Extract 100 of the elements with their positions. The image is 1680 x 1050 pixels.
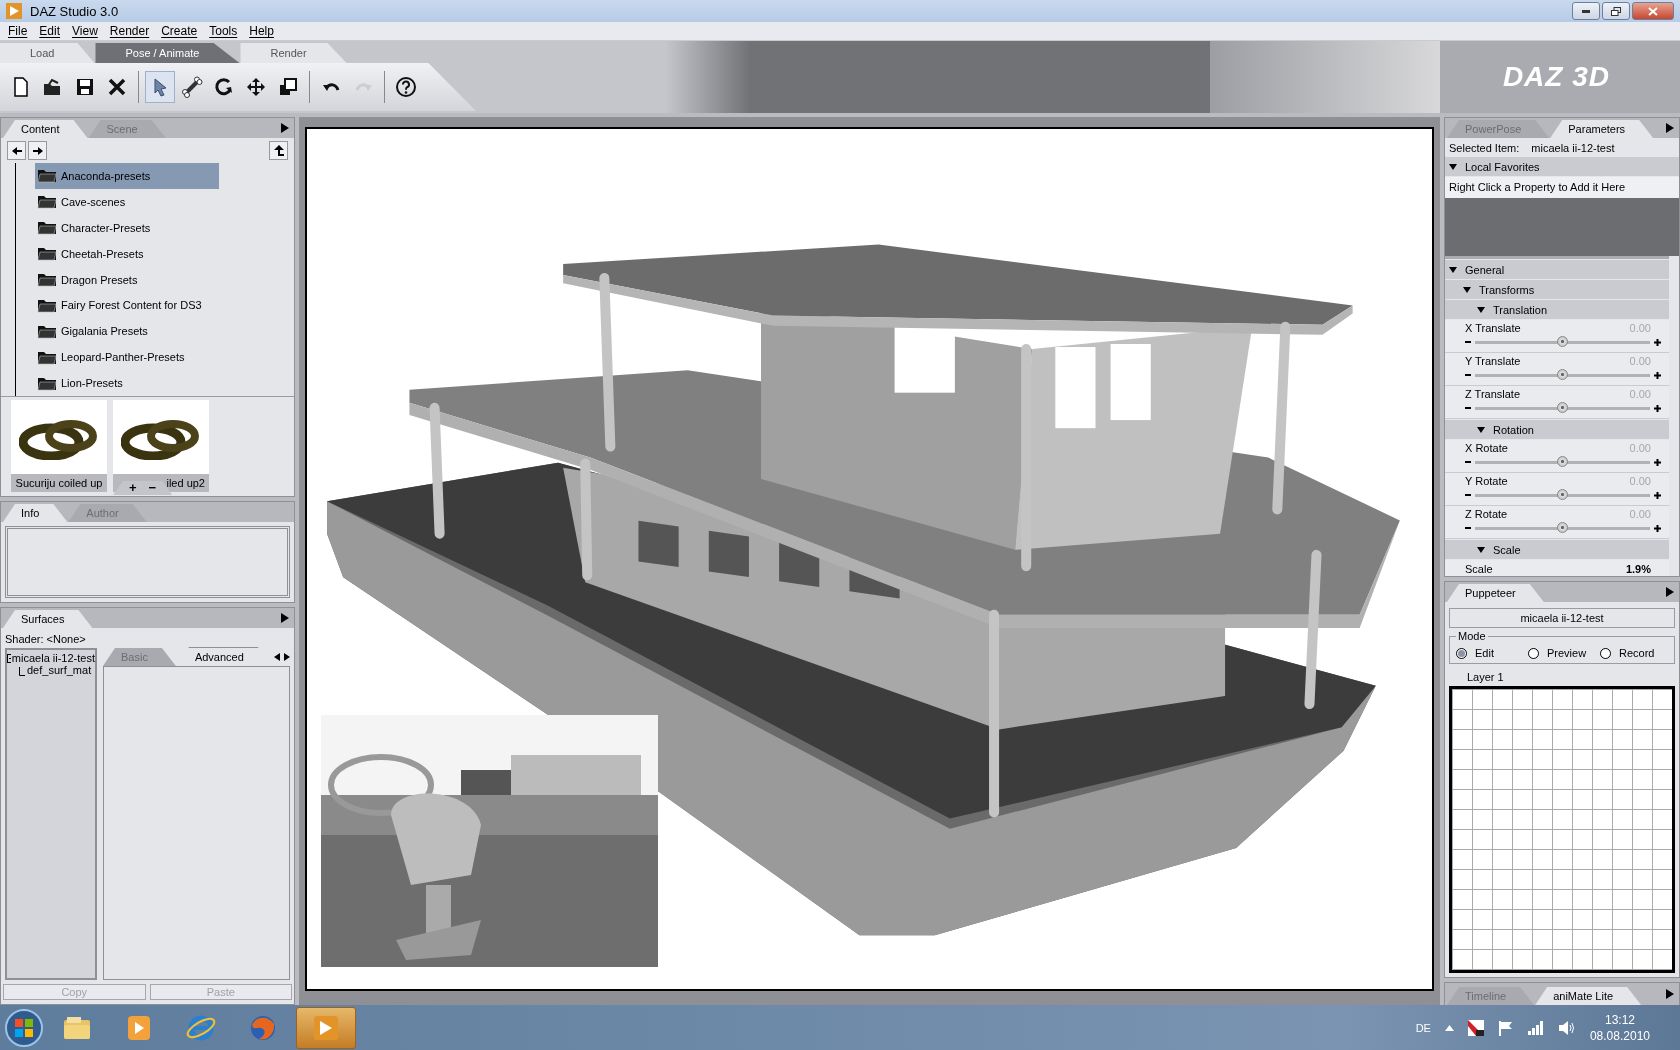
minimize-button[interactable] (1572, 2, 1600, 20)
clock-time[interactable]: 13:12 (1604, 1012, 1635, 1027)
back-button[interactable] (7, 141, 26, 160)
selected-item-label: Selected Item: (1449, 142, 1520, 154)
panel-tab[interactable]: Puppeteer (1447, 584, 1544, 602)
slider-thumb[interactable] (1556, 455, 1568, 467)
start-button[interactable] (4, 1007, 44, 1048)
room-tab[interactable]: Load (0, 43, 95, 63)
favorites-hint: Right Click a Property to Add it Here (1445, 177, 1679, 198)
plus-icon[interactable] (1654, 458, 1661, 466)
window-title: DAZ Studio 3.0 (30, 3, 119, 19)
expand-icon[interactable] (1477, 545, 1485, 554)
viewport[interactable] (305, 127, 1434, 991)
zoom-button[interactable]: + (129, 482, 137, 494)
menu-item[interactable]: Help (245, 24, 278, 38)
folder-icon (37, 323, 57, 339)
help-icon (396, 77, 416, 97)
folder-item[interactable]: Fairy Forest Content for DS3 (35, 292, 219, 319)
slider-thumb[interactable] (1556, 488, 1568, 500)
menu-item[interactable]: Create (157, 24, 202, 38)
property-group[interactable]: General (1445, 260, 1669, 279)
folder-item[interactable]: Anaconda-presets (35, 163, 219, 189)
scale-icon (277, 76, 299, 98)
move-icon (245, 76, 267, 98)
panel-menu-icon[interactable] (1666, 587, 1674, 597)
menu-item[interactable]: View (68, 24, 102, 38)
minimize-icon (1582, 9, 1590, 13)
property-label: Y Rotate (1465, 475, 1508, 487)
property-group[interactable]: Scale (1445, 540, 1669, 559)
radio-indicator[interactable] (1600, 647, 1611, 659)
menu-item[interactable]: File (4, 24, 32, 38)
radio-indicator[interactable] (1456, 647, 1467, 659)
puppeteer-grid[interactable] (1449, 686, 1675, 973)
back-arrow-icon (11, 146, 22, 155)
taskbar-app-button[interactable] (296, 1006, 356, 1049)
close-button[interactable] (1632, 2, 1674, 20)
redo-icon (354, 82, 372, 92)
radio-indicator[interactable] (1528, 647, 1539, 659)
room-tab[interactable]: Render (240, 43, 347, 63)
panel-tab[interactable]: Content (3, 120, 88, 138)
tree-item[interactable]: def_surf_mat (27, 664, 92, 676)
close-icon (1648, 6, 1658, 16)
signal-icon[interactable] (1527, 1020, 1544, 1035)
folder-icon (37, 220, 57, 236)
menu-item[interactable]: Tools (205, 24, 242, 38)
slider-thumb[interactable] (1556, 401, 1568, 413)
plus-icon[interactable] (1654, 524, 1661, 532)
folder-item[interactable]: Cave-scenes (35, 188, 219, 215)
expand-icon[interactable] (1463, 285, 1471, 294)
slider-thumb[interactable] (1556, 521, 1568, 533)
flag-icon[interactable] (1497, 1019, 1514, 1036)
favorites-header[interactable]: Local Favorites (1445, 157, 1679, 176)
expand-icon[interactable] (1477, 425, 1485, 434)
folder-item[interactable]: Character-Presets (35, 214, 219, 241)
restore-button[interactable] (1602, 2, 1630, 20)
scroll-right-icon[interactable] (284, 653, 290, 661)
forward-button[interactable] (28, 141, 47, 160)
selected-item-value: micaela ii-12-test (1531, 142, 1615, 154)
room-tab[interactable]: Pose / Animate (95, 43, 240, 63)
slider-thumb[interactable] (1556, 368, 1568, 380)
collapse-icon[interactable] (7, 653, 11, 663)
folder-item[interactable]: Gigalania Presets (35, 318, 219, 345)
mode-radio[interactable]: Preview (1528, 647, 1596, 659)
show-hidden-icons-icon[interactable] (1444, 1024, 1454, 1031)
expand-icon[interactable] (1449, 265, 1457, 274)
panel-tab[interactable]: Info (3, 504, 68, 522)
slider-thumb[interactable] (1556, 335, 1568, 347)
property-group[interactable]: Transforms (1445, 280, 1669, 299)
thumbnail-label: Sucuriju coiled up (11, 474, 107, 492)
volume-icon[interactable] (1557, 1019, 1576, 1036)
menu-item[interactable]: Render (105, 24, 154, 38)
scroll-left-icon[interactable] (274, 653, 280, 661)
panel-menu-icon[interactable] (281, 123, 289, 133)
folder-item[interactable]: Dragon Presets (35, 266, 219, 293)
zoom-button[interactable]: − (148, 482, 157, 494)
up-button[interactable] (269, 141, 288, 160)
panel-menu-icon[interactable] (1666, 123, 1674, 133)
plus-icon[interactable] (1654, 371, 1661, 379)
folder-item[interactable]: Leopard-Panther-Presets (35, 344, 219, 371)
expand-icon[interactable] (1449, 162, 1457, 171)
panel-menu-icon[interactable] (1666, 989, 1674, 999)
expand-icon[interactable] (1477, 305, 1485, 314)
plus-icon[interactable] (1654, 404, 1661, 412)
tree-item[interactable]: micaela ii-12-test (7, 652, 95, 664)
property-group[interactable]: Rotation (1445, 420, 1669, 439)
menu-item[interactable]: Edit (35, 24, 65, 38)
mode-radio[interactable]: Record (1600, 647, 1668, 659)
panel-tab[interactable]: Surfaces (3, 610, 93, 628)
plus-icon[interactable] (1654, 491, 1661, 499)
panel-tab[interactable]: Parameters (1550, 120, 1654, 138)
plus-icon[interactable] (1654, 338, 1661, 346)
mode-radio[interactable]: Edit (1456, 647, 1524, 659)
shield-icon[interactable] (1467, 1019, 1484, 1036)
folder-item[interactable]: Lion-Presets (35, 370, 219, 396)
folder-icon (37, 194, 57, 210)
property-group[interactable]: Translation (1445, 300, 1669, 319)
folder-item[interactable]: Cheetah-Presets (35, 240, 219, 267)
panel-tab[interactable]: aniMate Lite (1535, 987, 1642, 1005)
clock-date[interactable]: 08.08.2010 (1589, 1028, 1650, 1043)
panel-menu-icon[interactable] (281, 613, 289, 623)
